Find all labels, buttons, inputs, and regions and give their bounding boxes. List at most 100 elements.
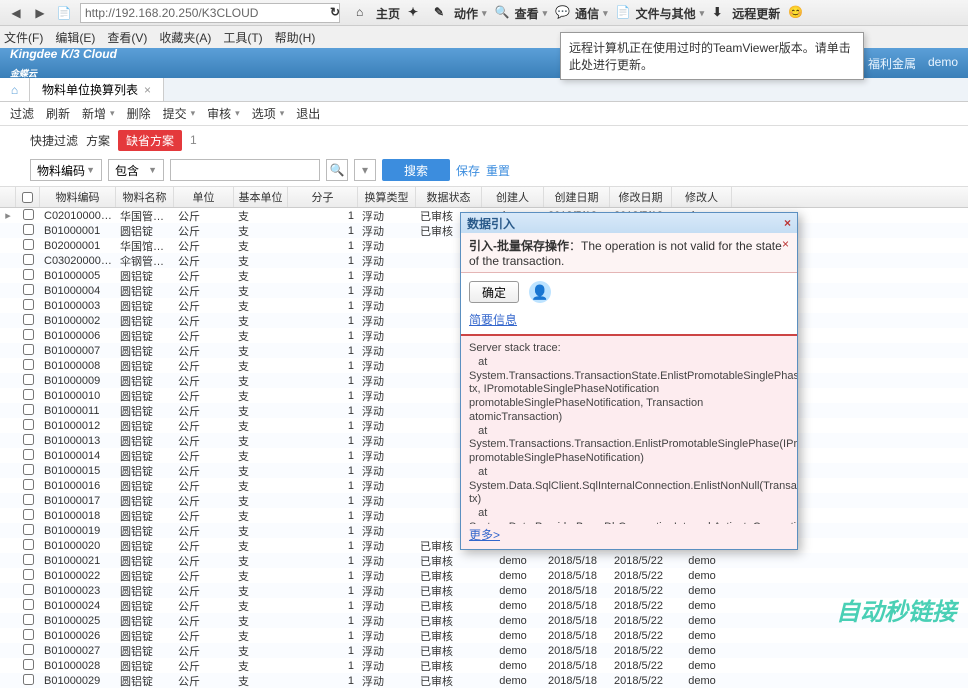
table-row[interactable]: B01000026圆铝锭公斤支1浮动已审核demo2018/5/182018/5… <box>0 628 968 643</box>
table-row[interactable]: B01000025圆铝锭公斤支1浮动已审核demo2018/5/182018/5… <box>0 613 968 628</box>
field-select[interactable]: 物料编码▼ <box>30 159 102 181</box>
column-header[interactable]: 修改人 <box>672 187 732 207</box>
row-checkbox[interactable] <box>23 209 34 220</box>
table-row[interactable]: B01000022圆铝锭公斤支1浮动已审核demo2018/5/182018/5… <box>0 568 968 583</box>
row-checkbox[interactable] <box>23 419 34 430</box>
column-header[interactable] <box>0 187 16 207</box>
row-checkbox[interactable] <box>23 599 34 610</box>
toolbar-item[interactable]: ⬇远程更新 <box>712 5 780 22</box>
table-row[interactable]: B01000021圆铝锭公斤支1浮动已审核demo2018/5/182018/5… <box>0 553 968 568</box>
row-checkbox[interactable] <box>23 674 34 685</box>
toolbar-item[interactable]: 😊 <box>788 5 806 21</box>
tab-material-unit[interactable]: 物料单位换算列表 × <box>30 78 164 101</box>
toolbar-item[interactable]: ✦ <box>408 5 426 21</box>
action-退出[interactable]: 退出 <box>296 105 320 122</box>
table-row[interactable]: B01000023圆铝锭公斤支1浮动已审核demo2018/5/182018/5… <box>0 583 968 598</box>
row-checkbox[interactable] <box>23 239 34 250</box>
close-icon[interactable]: × <box>784 216 791 230</box>
row-checkbox[interactable] <box>23 614 34 625</box>
row-checkbox[interactable] <box>23 254 34 265</box>
menu-item[interactable]: 帮助(H) <box>275 29 316 46</box>
row-checkbox[interactable] <box>23 524 34 535</box>
operator-select[interactable]: 包含▼ <box>108 159 164 181</box>
row-checkbox[interactable] <box>23 374 34 385</box>
table-row[interactable]: B01000027圆铝锭公斤支1浮动已审核demo2018/5/182018/5… <box>0 643 968 658</box>
row-checkbox[interactable] <box>23 434 34 445</box>
column-header[interactable]: 基本单位 <box>234 187 288 207</box>
column-header[interactable]: 换算类型 <box>358 187 416 207</box>
row-checkbox[interactable] <box>23 569 34 580</box>
action-新增[interactable]: 新增 <box>82 105 115 122</box>
row-checkbox[interactable] <box>23 629 34 640</box>
more-link[interactable]: 更多> <box>461 524 797 549</box>
action-提交[interactable]: 提交 <box>163 105 196 122</box>
toolbar-item[interactable]: ⌂主页 <box>356 5 400 22</box>
menu-item[interactable]: 查看(V) <box>107 29 147 46</box>
column-header[interactable]: 物料编码 <box>40 187 116 207</box>
menu-item[interactable]: 工具(T) <box>223 29 262 46</box>
expand-icon[interactable]: ▸ <box>0 209 16 222</box>
toolbar-item[interactable]: 🔍查看 <box>495 5 548 22</box>
row-checkbox[interactable] <box>23 329 34 340</box>
action-删除[interactable]: 删除 <box>127 105 151 122</box>
column-header[interactable]: 数据状态 <box>416 187 482 207</box>
column-header[interactable]: 分子 <box>288 187 358 207</box>
row-checkbox[interactable] <box>23 284 34 295</box>
row-checkbox[interactable] <box>23 539 34 550</box>
back-icon[interactable]: ◀ <box>6 3 26 23</box>
row-checkbox[interactable] <box>23 299 34 310</box>
toolbar-item[interactable]: 📄文件与其他 <box>616 5 705 22</box>
column-header[interactable]: 单位 <box>174 187 234 207</box>
action-选项[interactable]: 选项 <box>252 105 285 122</box>
row-checkbox[interactable] <box>23 449 34 460</box>
table-row[interactable]: B01000024圆铝锭公斤支1浮动已审核demo2018/5/182018/5… <box>0 598 968 613</box>
table-row[interactable]: B01000029圆铝锭公斤支1浮动已审核demo2018/5/182018/5… <box>0 673 968 688</box>
row-checkbox[interactable] <box>23 314 34 325</box>
row-checkbox[interactable] <box>23 659 34 670</box>
row-checkbox[interactable] <box>23 494 34 505</box>
row-checkbox[interactable] <box>23 359 34 370</box>
teamviewer-update-popup[interactable]: 远程计算机正在使用过时的TeamViewer版本。请单击此处进行更新。 <box>560 32 864 80</box>
reset-link[interactable]: 重置 <box>486 162 510 179</box>
column-header[interactable] <box>16 187 40 207</box>
row-checkbox[interactable] <box>23 404 34 415</box>
url-bar[interactable]: http://192.168.20.250/K3CLOUD <box>80 3 340 23</box>
row-checkbox[interactable] <box>23 464 34 475</box>
action-过滤[interactable]: 过滤 <box>10 105 34 122</box>
row-checkbox[interactable] <box>23 389 34 400</box>
quick-filter-label[interactable]: 快捷过滤 <box>30 132 78 149</box>
header-link[interactable]: 福利金属 <box>868 55 916 72</box>
row-checkbox[interactable] <box>23 644 34 655</box>
header-link[interactable]: demo <box>928 55 958 72</box>
row-checkbox[interactable] <box>23 509 34 520</box>
search-input[interactable] <box>170 159 320 181</box>
brief-info-link[interactable]: 简要信息 <box>461 311 797 334</box>
row-checkbox[interactable] <box>23 479 34 490</box>
row-checkbox[interactable] <box>23 269 34 280</box>
home-tab[interactable]: ⌂ <box>0 78 30 101</box>
row-checkbox[interactable] <box>23 224 34 235</box>
column-header[interactable]: 创建日期 <box>544 187 610 207</box>
menu-item[interactable]: 收藏夹(A) <box>159 29 211 46</box>
action-刷新[interactable]: 刷新 <box>46 105 70 122</box>
default-scheme-tag[interactable]: 缺省方案 <box>118 130 182 151</box>
row-checkbox[interactable] <box>23 584 34 595</box>
column-header[interactable]: 修改日期 <box>610 187 672 207</box>
ok-button[interactable]: 确定 <box>469 281 519 303</box>
search-icon[interactable]: 🔍 <box>326 159 348 181</box>
menu-item[interactable]: 编辑(E) <box>55 29 95 46</box>
dropdown-icon[interactable]: ▾ <box>354 159 376 181</box>
action-审核[interactable]: 审核 <box>207 105 240 122</box>
menu-item[interactable]: 文件(F) <box>4 29 43 46</box>
search-button[interactable]: 搜索 <box>382 159 450 181</box>
column-header[interactable]: 物料名称 <box>116 187 174 207</box>
toolbar-item[interactable]: ↻ <box>330 5 348 21</box>
assistant-icon[interactable]: 👤 <box>529 281 551 303</box>
forward-icon[interactable]: ▶ <box>30 3 50 23</box>
toolbar-item[interactable]: 💬通信 <box>555 5 608 22</box>
select-all-checkbox[interactable] <box>22 192 33 203</box>
close-icon[interactable]: × <box>144 83 151 97</box>
column-header[interactable]: 创建人 <box>482 187 544 207</box>
row-checkbox[interactable] <box>23 554 34 565</box>
toolbar-item[interactable]: ✎动作 <box>434 5 487 22</box>
